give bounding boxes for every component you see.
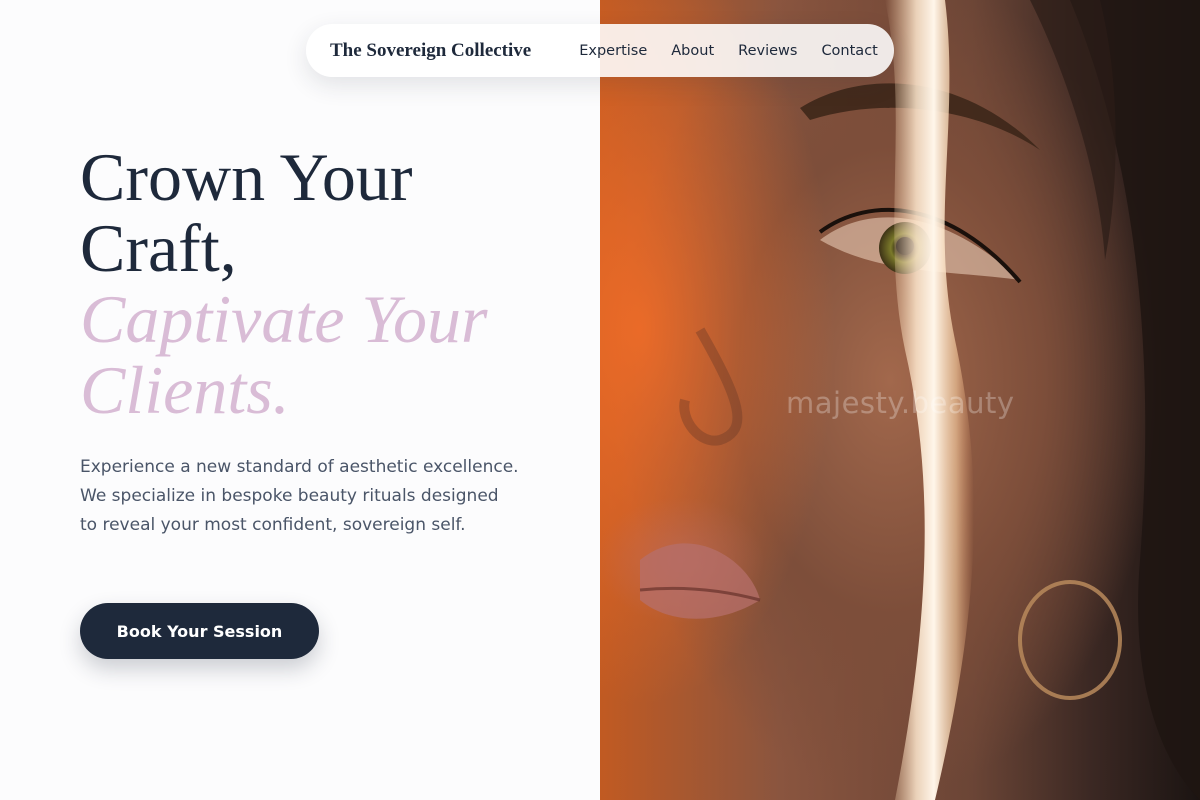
nav-link-about[interactable]: About (671, 43, 714, 59)
nav-link-contact[interactable]: Contact (821, 43, 877, 59)
top-navigation: The Sovereign Collective Expertise About… (306, 24, 894, 77)
brand-logo-text[interactable]: The Sovereign Collective (330, 40, 531, 62)
headline-line-1: Crown Your (80, 139, 413, 215)
headline-accent-line-1: Captivate Your (80, 281, 488, 357)
nav-links: Expertise About Reviews Contact (579, 43, 878, 59)
photo-watermark: majesty.beauty (786, 386, 1015, 420)
nav-link-reviews[interactable]: Reviews (738, 43, 797, 59)
headline-accent-line-2: Clients. (80, 352, 290, 428)
nav-link-expertise[interactable]: Expertise (579, 43, 647, 59)
hero-headline: Crown Your Craft, Captivate Your Clients… (80, 142, 580, 426)
book-session-button[interactable]: Book Your Session (80, 603, 319, 659)
hero-intro-paragraph: Experience a new standard of aesthetic e… (80, 457, 519, 535)
headline-line-2: Craft, (80, 210, 237, 286)
